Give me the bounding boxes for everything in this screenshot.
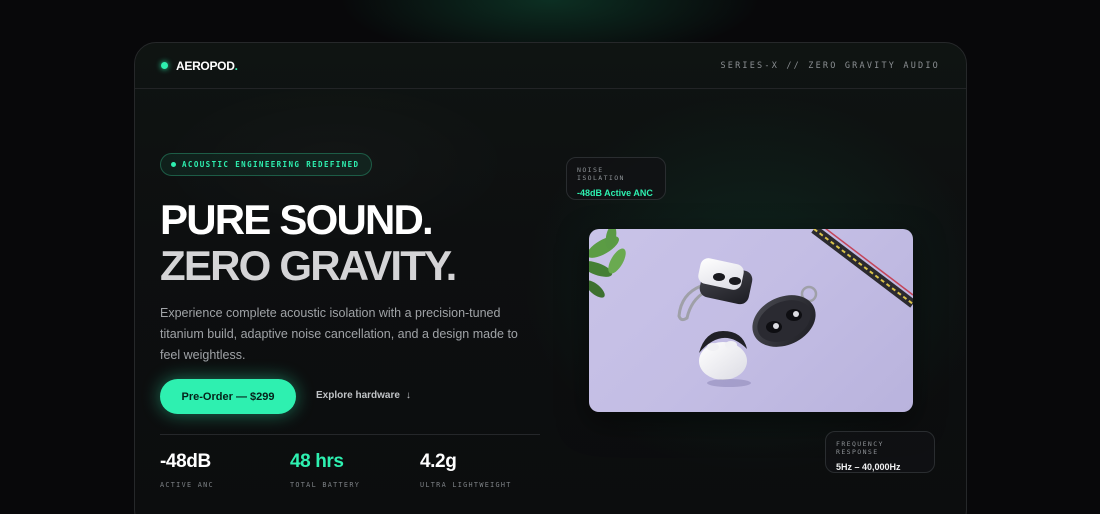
feature-badge: ACOUSTIC ENGINEERING REDEFINED [160, 153, 373, 176]
pre-order-button[interactable]: Pre-Order — $299 [160, 379, 296, 414]
noise-isolation-label: NOISE ISOLATION [577, 166, 625, 182]
hero-description: Experience complete acoustic isolation w… [160, 306, 518, 362]
noise-isolation-card: NOISE ISOLATION -48dB Active ANC [566, 157, 666, 200]
series-tagline: SERIES-X // ZERO GRAVITY AUDIO [720, 60, 940, 71]
product-photo [589, 229, 913, 412]
stat-battery: 48 hrs TOTAL BATTERY [290, 451, 360, 489]
cable [811, 229, 913, 308]
stat-value: 48 hrs [290, 451, 344, 472]
frequency-response-value: 5Hz – 40,000Hz [836, 462, 901, 472]
stat-value: 4.2g [420, 451, 457, 472]
case-2 [752, 285, 818, 347]
explore-hardware-label: Explore hardware [316, 390, 400, 401]
stat-label: ULTRA LIGHTWEIGHT [420, 481, 512, 489]
logo[interactable]: AEROPOD. [161, 59, 238, 73]
plant-leaves [589, 229, 626, 298]
case-1 [698, 258, 753, 305]
logo-accent-dot: . [234, 58, 238, 73]
stat-anc: -48dB ACTIVE ANC [160, 451, 214, 489]
headline-line-2: ZERO GRAVITY. [160, 242, 457, 289]
stat-label: TOTAL BATTERY [290, 481, 361, 489]
stat-value: -48dB [160, 451, 211, 472]
arrow-down-icon: ↓ [405, 390, 411, 401]
hero-card: AEROPOD. SERIES-X // ZERO GRAVITY AUDIO … [134, 42, 967, 514]
noise-isolation-value: -48dB Active ANC [577, 188, 653, 198]
logo-text: AEROPOD [176, 58, 235, 73]
logo-dot-icon [161, 62, 168, 69]
frequency-response-card: FREQUENCY RESPONSE 5Hz – 40,000Hz [825, 431, 935, 473]
badge-dot-icon [171, 162, 176, 167]
headline-line-1: PURE SOUND. [160, 196, 434, 243]
case-3 [699, 331, 747, 380]
earbuds-illustration [589, 229, 913, 387]
frequency-response-label: FREQUENCY RESPONSE [836, 440, 884, 456]
stat-weight: 4.2g ULTRA LIGHTWEIGHT [420, 451, 512, 489]
hero-headline: PURE SOUND. ZERO GRAVITY. [160, 196, 457, 289]
stat-label: ACTIVE ANC [160, 481, 214, 489]
badge-text: ACOUSTIC ENGINEERING REDEFINED [182, 160, 360, 169]
explore-hardware-link[interactable]: Explore hardware ↓ [316, 390, 411, 401]
stats-divider [160, 434, 540, 435]
navbar: AEROPOD. SERIES-X // ZERO GRAVITY AUDIO [135, 43, 966, 89]
